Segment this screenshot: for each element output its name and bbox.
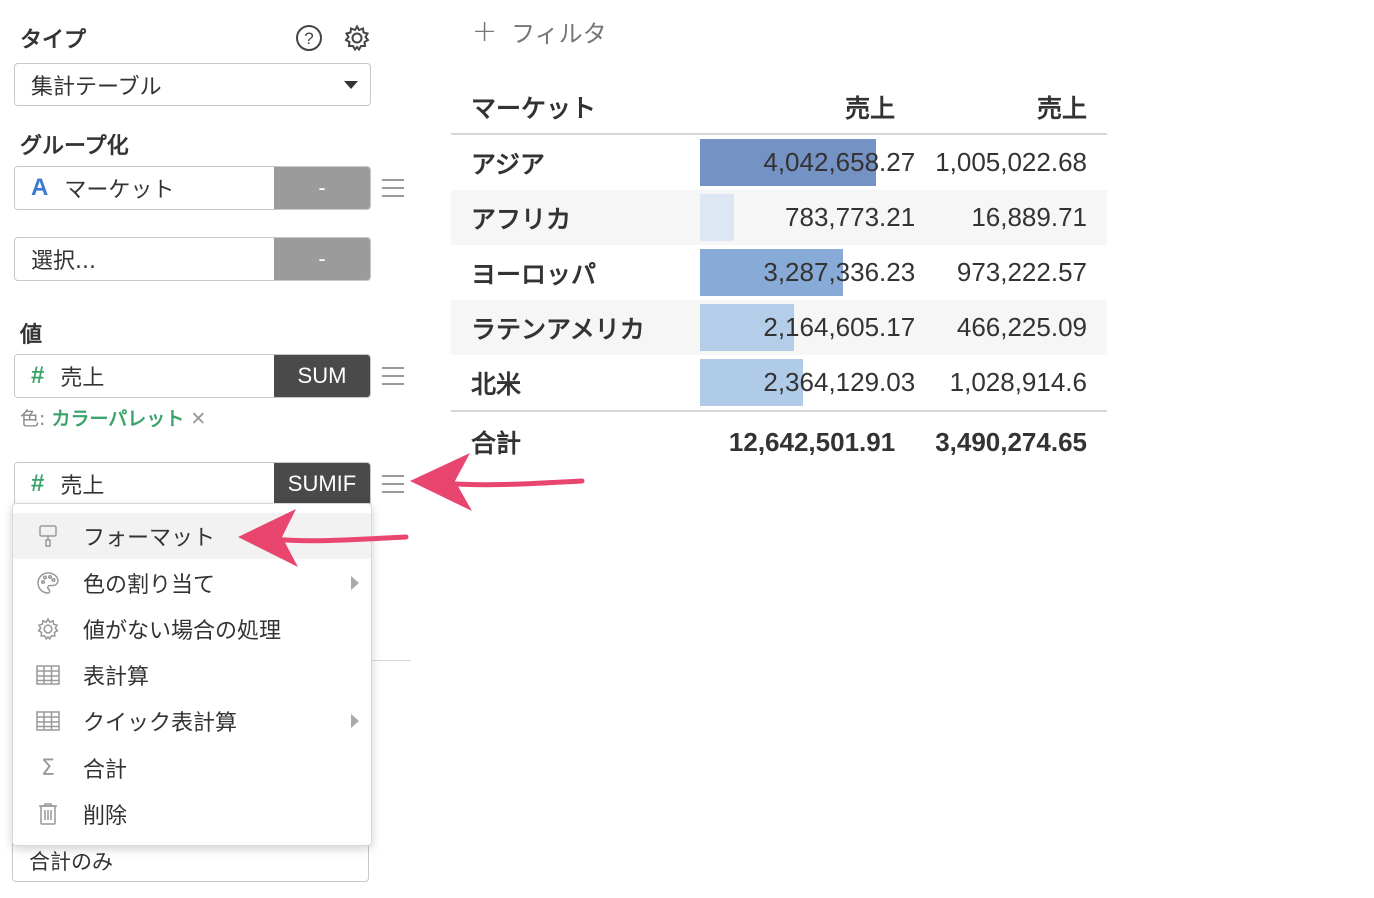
menu-item-label: 色の割り当て [83,573,216,598]
total-sales-1: 12,642,501.91 [699,410,916,472]
sales-value: 16,889.71 [915,190,1107,245]
sales-bar-cell: 2,364,129.03 [699,355,916,411]
menu-item-table-calc[interactable]: 表計算 [13,652,371,698]
trash-icon [13,802,83,826]
sales-value: 1,005,022.68 [935,147,1087,177]
menu-item-delete[interactable]: 削除 [13,791,371,837]
market-cell: 北米 [471,369,522,399]
gear-icon[interactable] [341,22,373,54]
agg-sumif-button[interactable]: SUMIF [274,463,370,505]
number-type-icon: # [31,362,45,389]
column-header-sales-1[interactable]: 売上 [699,80,916,135]
sales-value: 973,222.57 [956,257,1087,287]
sales-value: 466,225.09 [915,300,1107,355]
menu-item-label: クイック表計算 [83,711,238,736]
close-icon[interactable]: ✕ [190,408,206,430]
value-field-pill-2[interactable]: # 売上 SUMIF [14,462,371,506]
sales-value: 2,364,129.03 [763,367,916,397]
filter-label: フィルタ [511,20,607,48]
agg-sum-button[interactable]: SUM [274,355,370,397]
type-select-value: 集計テーブル [31,74,162,100]
table-icon [13,665,83,685]
value-label: 値 [20,323,43,348]
column-header-sales-2[interactable]: 売上 [915,80,1107,135]
sales-bar-cell: 4,042,658.27 [699,134,916,190]
market-cell: アジア [471,149,546,179]
table-row: ヨーロッパ 3,287,336.23 973,222.57 [451,245,1107,300]
plus-icon: + [472,14,498,49]
menu-item-label: 削除 [83,804,128,829]
value-field-name: 売上 [60,366,105,391]
group-field-pill[interactable]: A マーケット - [14,166,371,210]
menu-item-quick-table-calc[interactable]: クイック表計算 [13,698,371,744]
sales-bar-cell: 3,287,336.23 [699,245,916,300]
color-note-prefix: 色: [20,408,46,430]
group-select-pill[interactable]: 選択... - [14,237,371,281]
chevron-right-icon [351,576,359,590]
sales-value: 2,164,605.17 [763,312,916,342]
sigma-icon: Σ [41,755,55,781]
color-note: 色: カラーパレット ✕ [20,404,206,431]
menu-icon[interactable] [382,179,404,197]
menu-item-label: フォーマット [83,526,216,551]
menu-item-label: 合計 [83,758,128,783]
menu-item-label: 値がない場合の処理 [83,619,282,644]
annotation-arrow-icon [410,453,585,511]
total-sales-2: 3,490,274.65 [915,410,1107,472]
sales-value: 4,042,658.27 [763,147,916,177]
market-cell: ヨーロッパ [471,259,597,289]
menu-item-label: 表計算 [83,665,150,690]
menu-icon[interactable] [382,367,404,385]
table-row: 北米 2,364,129.03 1,028,914.6 [451,355,1107,411]
value-field-pill-1[interactable]: # 売上 SUM [14,354,371,398]
chevron-right-icon [351,714,359,728]
annotation-arrow-icon [238,509,409,567]
sales-value: 783,773.21 [785,202,916,232]
table-icon [13,711,83,731]
svg-text:?: ? [304,29,313,48]
group-field-name: マーケット [64,178,175,203]
column-header-market[interactable]: マーケット [451,80,700,135]
total-mode-value: 合計のみ [29,849,113,874]
table-row: ラテンアメリカ 2,164,605.17 466,225.09 [451,300,1107,355]
number-type-icon: # [31,470,45,497]
palette-icon [13,571,83,595]
gear-icon [13,617,83,641]
table-header-row: マーケット 売上 売上 [451,80,1107,135]
sales-value: 3,287,336.23 [763,257,916,287]
chevron-down-icon [344,81,358,89]
paint-roller-icon [13,524,83,548]
group-label: グループ化 [20,134,129,159]
group-select-placeholder: 選択... [31,249,96,274]
divider [372,660,411,661]
menu-item-missing-values[interactable]: 値がない場合の処理 [13,606,371,652]
sales-bar-cell: 783,773.21 [699,190,916,245]
group-agg-button[interactable]: - [274,167,370,209]
table-row: アジア 4,042,658.27 1,005,022.68 [451,134,1107,190]
type-select[interactable]: 集計テーブル [14,63,371,106]
menu-item-total[interactable]: Σ 合計 [13,745,371,791]
sales-bar-cell: 2,164,605.17 [699,300,916,355]
help-icon[interactable]: ? [294,23,324,53]
market-cell: ラテンアメリカ [451,300,700,355]
market-cell: アフリカ [451,190,700,245]
value-field-name: 売上 [60,474,105,499]
add-filter-button[interactable]: + フィルタ [472,14,607,49]
sales-value: 1,028,914.6 [949,367,1087,397]
total-mode-select[interactable]: 合計のみ [12,840,369,882]
text-type-icon: A [31,174,49,201]
pivot-table: マーケット 売上 売上 アジア 4,042,658.27 1,005,022.68 ア… [451,80,1107,472]
color-palette-link[interactable]: カラーパレット [51,408,184,430]
type-label: タイプ [20,28,87,53]
group-select-agg-button[interactable]: - [274,238,370,280]
table-row: アフリカ 783,773.21 16,889.71 [451,190,1107,245]
